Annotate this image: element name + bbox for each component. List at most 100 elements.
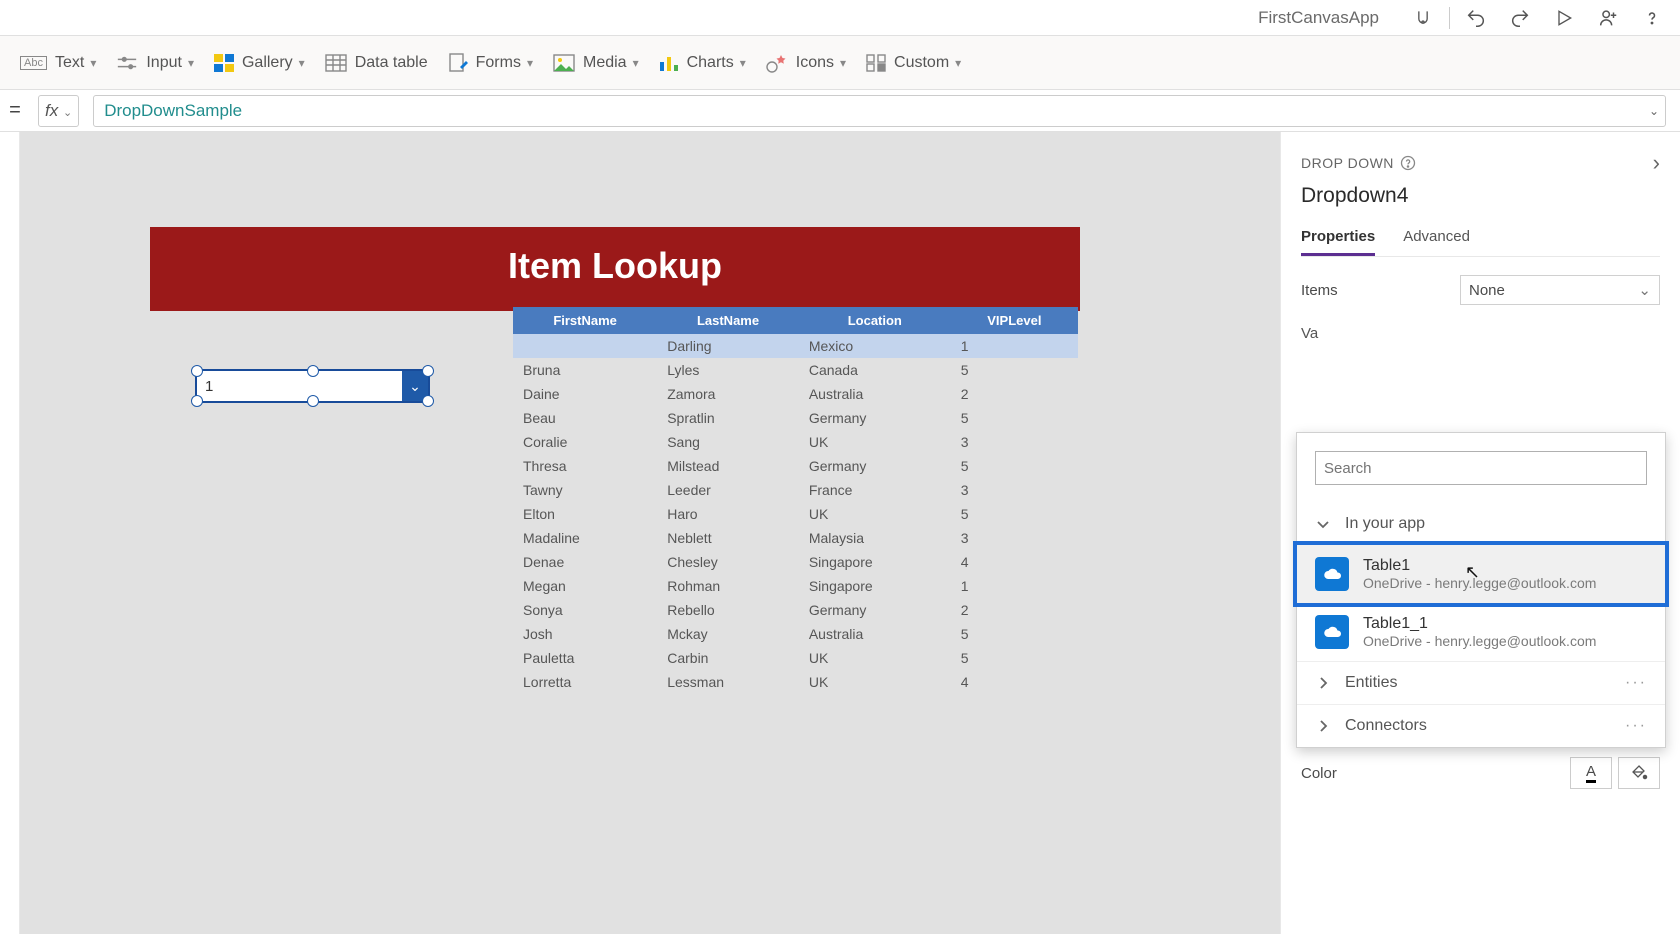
play-button[interactable] <box>1544 0 1584 36</box>
datasource-item[interactable]: Table1OneDrive - henry.legge@outlook.com <box>1297 545 1665 603</box>
formula-expand-icon[interactable]: ⌄ <box>1649 104 1659 118</box>
datasource-name: Table1_1 <box>1363 615 1596 633</box>
title-bar: FirstCanvasApp <box>0 0 1680 36</box>
table-row: DarlingMexico1 <box>513 334 1078 358</box>
table-cell: Megan <box>513 574 657 598</box>
section-connectors[interactable]: Connectors ··· <box>1297 704 1665 747</box>
tab-properties[interactable]: Properties <box>1301 222 1375 256</box>
data-table: FirstNameLastNameLocationVIPLevel Darlin… <box>513 307 1078 694</box>
share-button[interactable] <box>1588 0 1628 36</box>
table-header: VIPLevel <box>951 307 1078 334</box>
table-cell: 2 <box>951 382 1078 406</box>
table-cell: Chesley <box>657 550 799 574</box>
table-cell: Daine <box>513 382 657 406</box>
table-cell: UK <box>799 670 951 694</box>
control-name: Dropdown4 <box>1301 184 1660 208</box>
resize-handle[interactable] <box>191 395 203 407</box>
items-select[interactable]: None⌄ <box>1460 275 1660 305</box>
tab-advanced[interactable]: Advanced <box>1403 222 1470 256</box>
ribbon-custom[interactable]: Custom▾ <box>866 54 961 72</box>
items-label: Items <box>1301 282 1338 299</box>
table-cell: Lessman <box>657 670 799 694</box>
table-cell: Rohman <box>657 574 799 598</box>
table-header: LastName <box>657 307 799 334</box>
ribbon-gallery[interactable]: Gallery▾ <box>214 54 305 72</box>
resize-handle[interactable] <box>191 365 203 377</box>
table-cell: France <box>799 478 951 502</box>
redo-button[interactable] <box>1500 0 1540 36</box>
table-header: Location <box>799 307 951 334</box>
table-cell: Mexico <box>799 334 951 358</box>
ribbon-text[interactable]: AbcText▾ <box>20 54 96 72</box>
ribbon-data-table[interactable]: Data table <box>325 54 428 72</box>
table-cell: 3 <box>951 478 1078 502</box>
table-row: BrunaLylesCanada5 <box>513 358 1078 382</box>
ribbon-charts[interactable]: Charts▾ <box>659 54 746 72</box>
formula-bar: = fx ⌄ DropDownSample ⌄ <box>0 90 1680 132</box>
table-header: FirstName <box>513 307 657 334</box>
table-cell: 5 <box>951 502 1078 526</box>
datasource-name: Table1 <box>1363 557 1596 575</box>
table-cell: Neblett <box>657 526 799 550</box>
table-cell: Singapore <box>799 550 951 574</box>
section-entities[interactable]: Entities ··· <box>1297 661 1665 704</box>
text-color-swatch[interactable]: A <box>1570 757 1612 789</box>
table-cell: Sang <box>657 430 799 454</box>
table-row: PaulettaCarbinUK5 <box>513 646 1078 670</box>
resize-handle[interactable] <box>307 365 319 377</box>
ribbon-icons[interactable]: Icons▾ <box>766 53 846 73</box>
ellipsis-icon[interactable]: ··· <box>1625 674 1647 692</box>
table-row: DaineZamoraAustralia2 <box>513 382 1078 406</box>
table-cell: 3 <box>951 526 1078 550</box>
checker-icon[interactable] <box>1403 0 1443 36</box>
dropdown-value: 1 <box>197 378 402 395</box>
fx-property-selector[interactable]: fx ⌄ <box>38 95 79 127</box>
table-cell: 5 <box>951 406 1078 430</box>
table-cell: Elton <box>513 502 657 526</box>
table-cell: 5 <box>951 622 1078 646</box>
table-cell: 3 <box>951 430 1078 454</box>
color-label: Color <box>1301 765 1337 782</box>
table-cell: Germany <box>799 454 951 478</box>
table-cell: Milstead <box>657 454 799 478</box>
onedrive-icon <box>1315 557 1349 591</box>
value-label: Va <box>1301 325 1660 342</box>
resize-handle[interactable] <box>422 365 434 377</box>
table-row: JoshMckayAustralia5 <box>513 622 1078 646</box>
table-row: SonyaRebelloGermany2 <box>513 598 1078 622</box>
table-cell: Australia <box>799 382 951 406</box>
table-cell: Australia <box>799 622 951 646</box>
table-row: MeganRohmanSingapore1 <box>513 574 1078 598</box>
table-cell: 2 <box>951 598 1078 622</box>
table-cell: 5 <box>951 646 1078 670</box>
table-cell: 5 <box>951 358 1078 382</box>
ribbon-media[interactable]: Media▾ <box>553 54 639 72</box>
table-cell: Pauletta <box>513 646 657 670</box>
panel-collapse-icon[interactable]: › <box>1653 150 1660 176</box>
formula-input[interactable]: DropDownSample <box>94 101 1665 121</box>
ribbon-forms[interactable]: Forms▾ <box>448 53 533 73</box>
undo-button[interactable] <box>1456 0 1496 36</box>
resize-handle[interactable] <box>307 395 319 407</box>
table-cell: Leeder <box>657 478 799 502</box>
table-cell: 4 <box>951 550 1078 574</box>
table-cell: Germany <box>799 406 951 430</box>
ellipsis-icon[interactable]: ··· <box>1625 717 1647 735</box>
fill-color-swatch[interactable] <box>1618 757 1660 789</box>
selected-dropdown-control[interactable]: 1 ⌄ <box>195 369 430 403</box>
datasource-item[interactable]: Table1_1OneDrive - henry.legge@outlook.c… <box>1297 603 1665 661</box>
properties-panel: DROP DOWN › Dropdown4 Properties Advance… <box>1280 132 1680 934</box>
table-cell: Tawny <box>513 478 657 502</box>
datasource-search-input[interactable] <box>1315 451 1647 485</box>
app-name: FirstCanvasApp <box>1258 8 1379 28</box>
canvas-area[interactable]: Item Lookup 1 ⌄ FirstNameLastNameLocatio… <box>20 132 1280 934</box>
table-cell: UK <box>799 430 951 454</box>
resize-handle[interactable] <box>422 395 434 407</box>
insert-ribbon: AbcText▾ Input▾ Gallery▾ Data table Form… <box>0 36 1680 90</box>
table-cell: Madaline <box>513 526 657 550</box>
help-button[interactable] <box>1632 0 1672 36</box>
section-in-your-app[interactable]: In your app <box>1297 503 1665 545</box>
ribbon-input[interactable]: Input▾ <box>116 54 194 72</box>
table-cell: Denae <box>513 550 657 574</box>
control-type-label: DROP DOWN <box>1301 155 1416 171</box>
